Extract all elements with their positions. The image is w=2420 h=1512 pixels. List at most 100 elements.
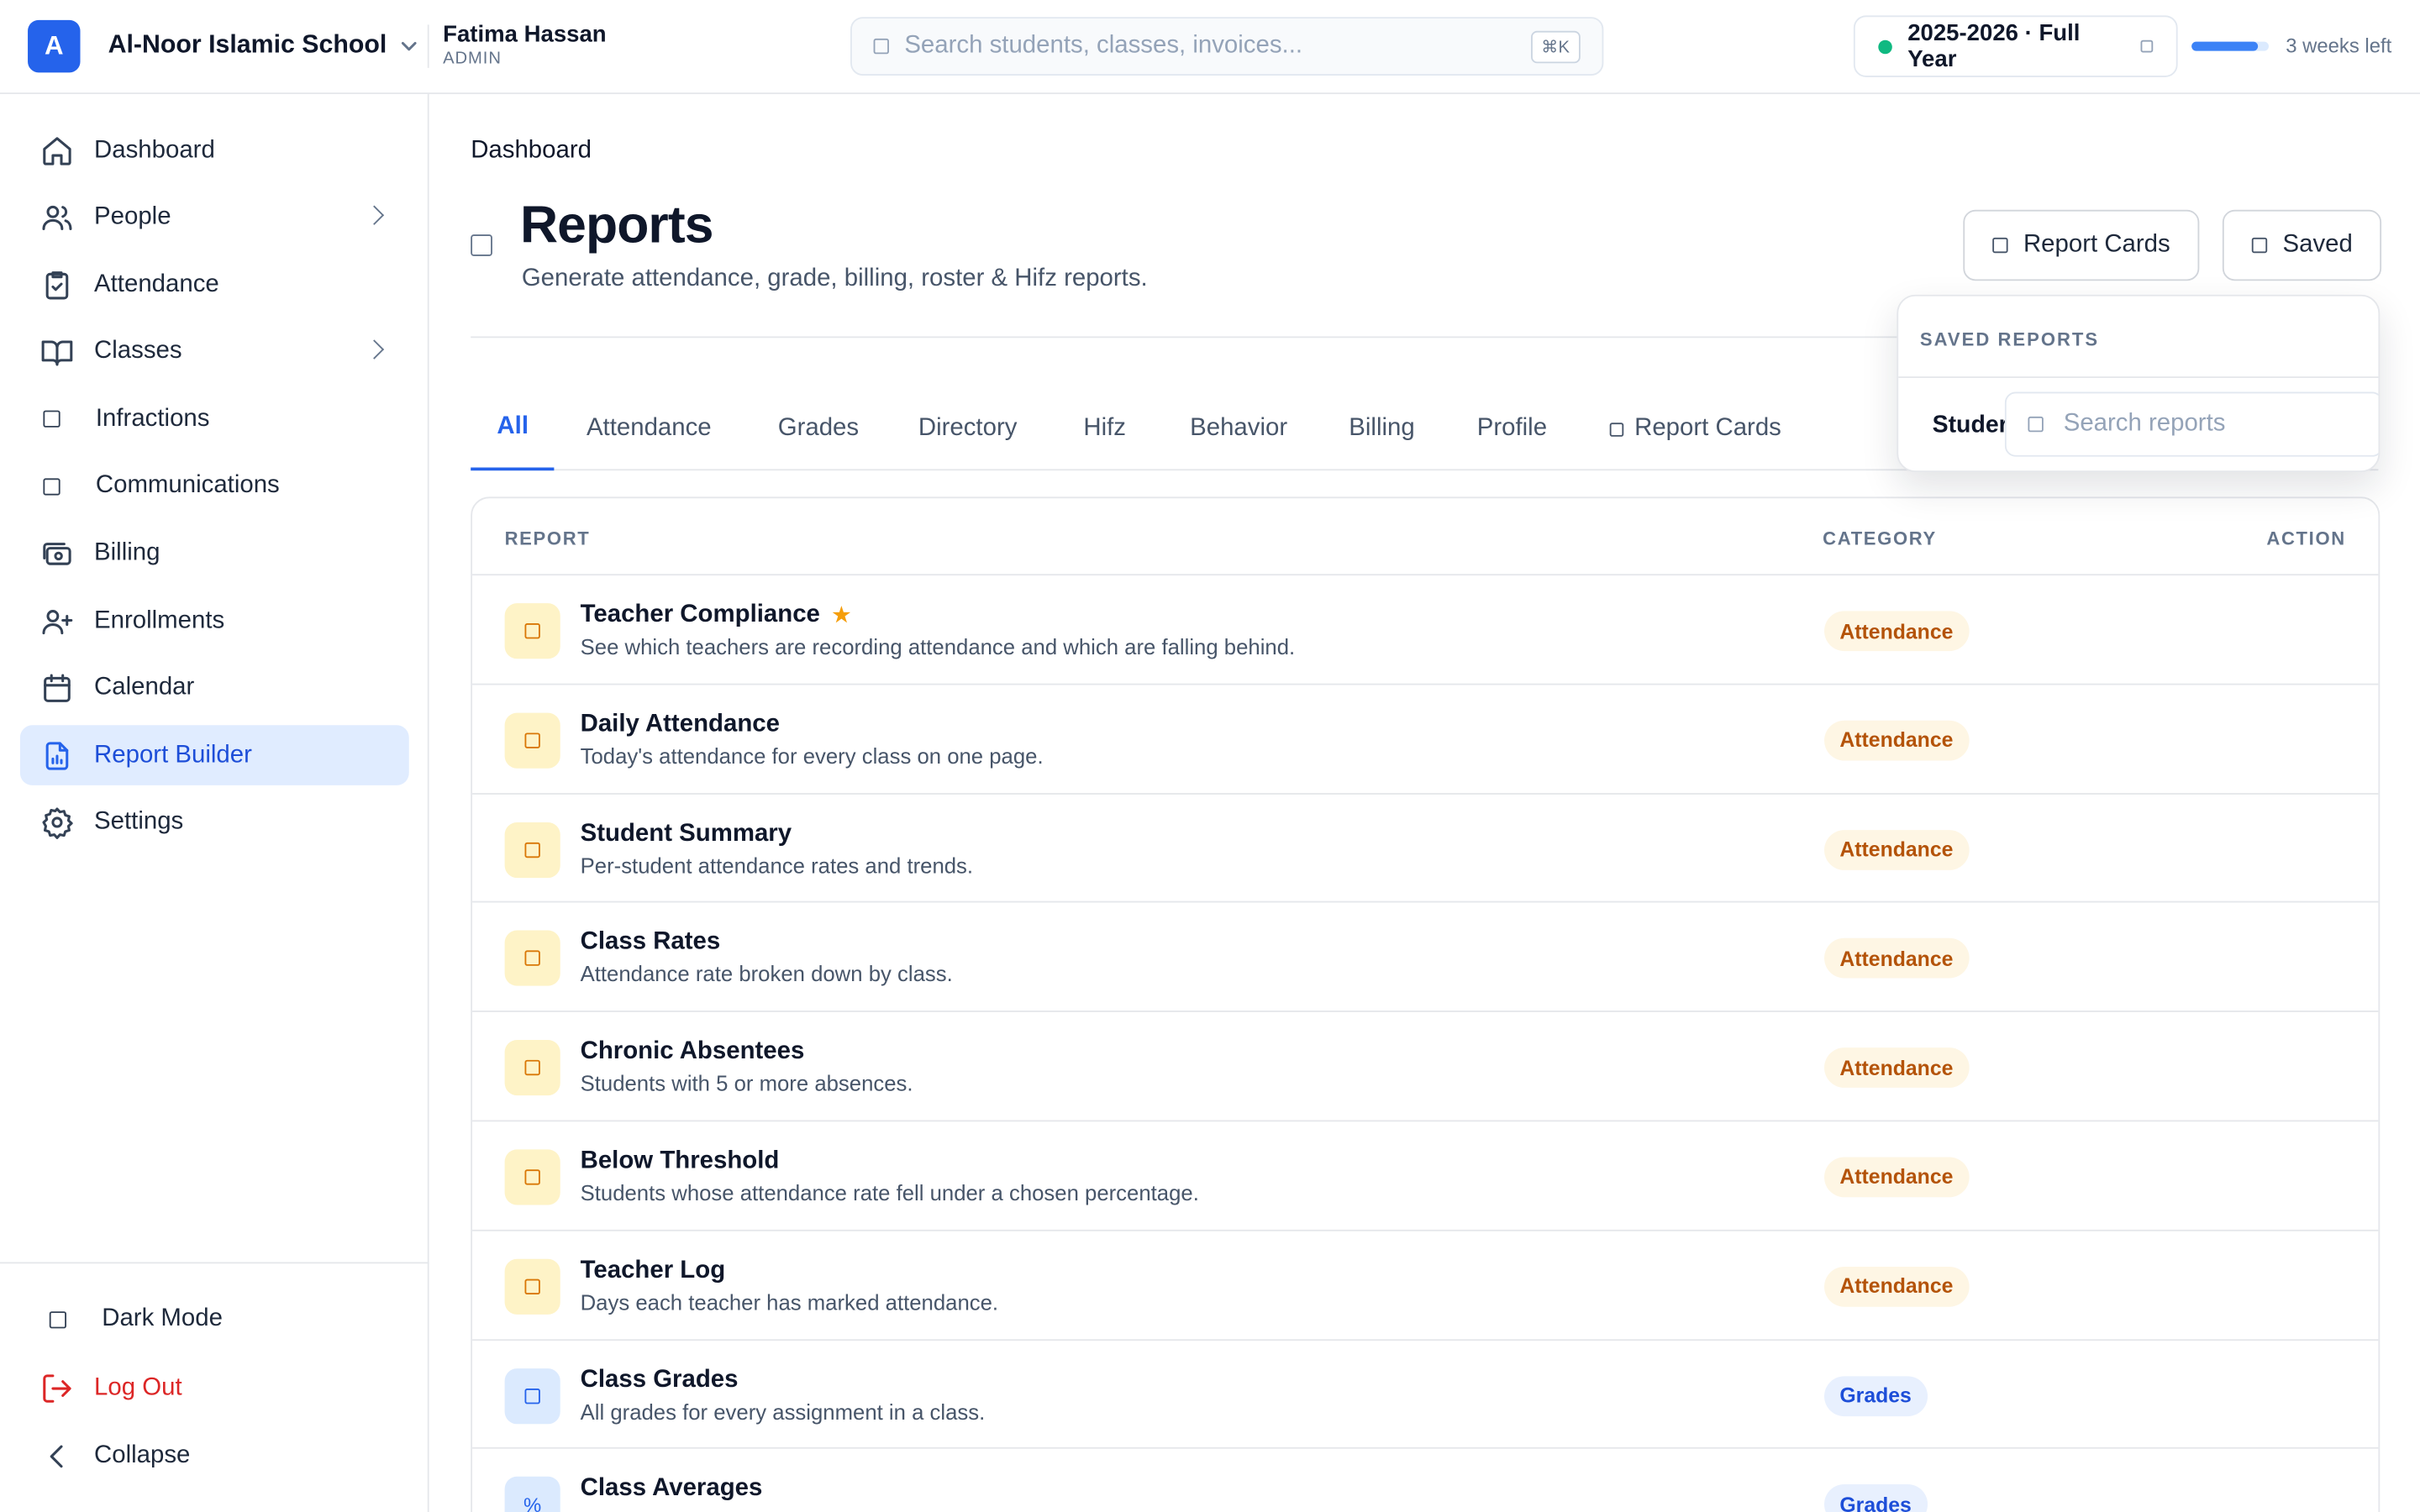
term-remaining: 3 weeks left (2286, 34, 2392, 57)
saved-reports-popover: SAVED REPORTS Studer Search reports (1897, 294, 2381, 473)
saved-reports-search-input[interactable]: Search reports (2064, 411, 2226, 438)
category-badge: Attendance (1824, 938, 1969, 979)
table-row[interactable]: Chronic Absentees Students with 5 or more… (472, 1012, 2379, 1122)
column-header-action: ACTION (2266, 528, 2346, 549)
tab-hifz[interactable]: Hifz (1083, 387, 1126, 470)
clipboard-check-icon (45, 270, 69, 299)
report-cards-button[interactable]: Report Cards (1963, 209, 2200, 281)
saved-report-item[interactable]: Studer (1933, 412, 2010, 439)
report-name[interactable]: Student Summary (581, 820, 792, 848)
tab-report-cards[interactable]: Report Cards (1609, 387, 1781, 470)
school-year-selector[interactable]: 2025-2026 · Full Year (1853, 15, 2178, 77)
table-row[interactable]: Daily Attendance Today's attendance for e… (472, 685, 2379, 795)
tab-grades[interactable]: Grades (778, 387, 859, 470)
report-name[interactable]: Daily Attendance (581, 711, 780, 738)
report-file-icon (45, 742, 69, 770)
tab-behavior[interactable]: Behavior (1190, 387, 1287, 470)
table-row[interactable]: Below Threshold Students whose attendance… (472, 1121, 2379, 1231)
sidebar-item-classes[interactable]: Classes (20, 322, 409, 382)
school-switcher[interactable]: Al-Noor Islamic School (108, 31, 418, 60)
percent-icon: % (523, 1493, 542, 1512)
reports-table: REPORT CATEGORY ACTION Teacher Complianc… (471, 496, 2381, 1512)
report-name[interactable]: Teacher Log (581, 1257, 726, 1285)
report-name[interactable]: Class Averages (581, 1476, 763, 1504)
logout-button[interactable]: Log Out (40, 1372, 182, 1405)
divider (1898, 376, 2379, 378)
school-name: Al-Noor Islamic School (108, 30, 387, 59)
search-shortcut: ⌘K (1530, 29, 1581, 63)
sidebar-item-billing[interactable]: Billing (20, 524, 409, 585)
tab-all[interactable]: All (471, 387, 555, 471)
report-type-icon (504, 1040, 560, 1096)
report-description: Days each teacher has marked attendance. (580, 1289, 999, 1315)
app-root: A Al-Noor Islamic School Fatima Hassan A… (0, 0, 2420, 1512)
search-input[interactable]: Search students, classes, invoices... (904, 33, 1530, 60)
tab-label: Directory (918, 415, 1018, 442)
sidebar-item-dashboard[interactable]: Dashboard (20, 120, 409, 181)
sidebar-item-settings[interactable]: Settings (20, 793, 409, 853)
report-name-wrap: Teacher Compliance ★ (581, 601, 850, 629)
search-icon (873, 38, 889, 55)
report-description: Today's attendance for every class on on… (580, 743, 1044, 769)
report-name-wrap: Class Rates (581, 929, 721, 957)
report-type-icon (504, 1258, 560, 1315)
dark-mode-toggle[interactable]: Dark Mode (40, 1305, 223, 1333)
category-badge: Attendance (1824, 1047, 1969, 1089)
collapse-label: Collapse (94, 1442, 191, 1469)
table-row[interactable]: Class Rates Attendance rate broken down b… (472, 903, 2379, 1013)
report-description: Students whose attendance rate fell unde… (580, 1180, 1199, 1205)
sidebar-item-communications[interactable]: Communications (20, 457, 409, 517)
report-icon (524, 1060, 540, 1076)
report-name[interactable]: Teacher Compliance (581, 601, 820, 629)
sidebar-item-label: Report Builder (94, 742, 252, 769)
school-year-label: 2025-2026 · Full Year (1907, 19, 2081, 73)
page-subtitle: Generate attendance, grade, billing, ros… (521, 265, 1148, 292)
saved-button-label: Saved (2282, 231, 2353, 258)
reports-icon (471, 234, 492, 256)
saved-button[interactable]: Saved (2222, 209, 2382, 281)
tab-profile[interactable]: Profile (1477, 387, 1547, 470)
sidebar-item-report-builder[interactable]: Report Builder (19, 725, 409, 786)
bookmark-icon (2251, 237, 2268, 254)
collapse-sidebar-button[interactable]: Collapse (40, 1440, 191, 1473)
saved-reports-search[interactable]: Search reports (2004, 391, 2379, 457)
tab-billing[interactable]: Billing (1349, 387, 1414, 470)
tab-attendance[interactable]: Attendance (587, 387, 712, 470)
global-search[interactable]: Search students, classes, invoices... ⌘K (850, 17, 1604, 76)
report-name[interactable]: Chronic Absentees (581, 1038, 805, 1066)
column-header-report: REPORT (504, 528, 591, 549)
table-row[interactable]: % Class Averages Grades (472, 1449, 2378, 1512)
sidebar-item-enrollments[interactable]: Enrollments (20, 591, 409, 652)
star-icon[interactable]: ★ (833, 603, 850, 627)
breadcrumb[interactable]: Dashboard (471, 137, 592, 165)
tab-directory[interactable]: Directory (918, 387, 1018, 470)
report-name-wrap: Class Averages (581, 1476, 763, 1504)
sidebar-item-infractions[interactable]: Infractions (20, 390, 409, 450)
table-row[interactable]: Teacher Log Days each teacher has marked … (472, 1231, 2379, 1341)
sidebar-item-label: Billing (94, 539, 160, 567)
sidebar-item-attendance[interactable]: Attendance (20, 255, 409, 315)
report-icon (524, 951, 540, 967)
tab-label: Hifz (1083, 415, 1127, 442)
school-logo[interactable]: A (28, 19, 81, 73)
chevron-right-icon (364, 339, 385, 360)
user-plus-icon (42, 609, 73, 634)
report-name[interactable]: Class Rates (581, 929, 721, 957)
sidebar-item-people[interactable]: People (20, 187, 409, 248)
table-row[interactable]: Class Grades All grades for every assignm… (472, 1340, 2379, 1450)
category-badge: Grades (1824, 1375, 1928, 1416)
table-row[interactable]: Student Summary Per-student attendance ra… (472, 794, 2379, 904)
popover-heading: SAVED REPORTS (1919, 328, 2100, 350)
term-progress-fill (2191, 41, 2258, 51)
sidebar-item-label: People (94, 203, 171, 230)
report-name[interactable]: Class Grades (581, 1367, 739, 1394)
user-name[interactable]: Fatima Hassan (443, 22, 606, 48)
table-row[interactable]: Teacher Compliance ★ See which teachers ar… (472, 575, 2379, 685)
report-description: Students with 5 or more absences. (580, 1071, 913, 1096)
sidebar-item-label: Settings (94, 809, 184, 836)
report-name[interactable]: Below Threshold (581, 1148, 780, 1176)
sidebar-nav: Dashboard People Attendance Classes Infr… (19, 120, 409, 860)
tab-label: All (497, 413, 529, 440)
sidebar-item-label: Classes (94, 338, 182, 365)
sidebar-item-calendar[interactable]: Calendar (20, 659, 409, 719)
